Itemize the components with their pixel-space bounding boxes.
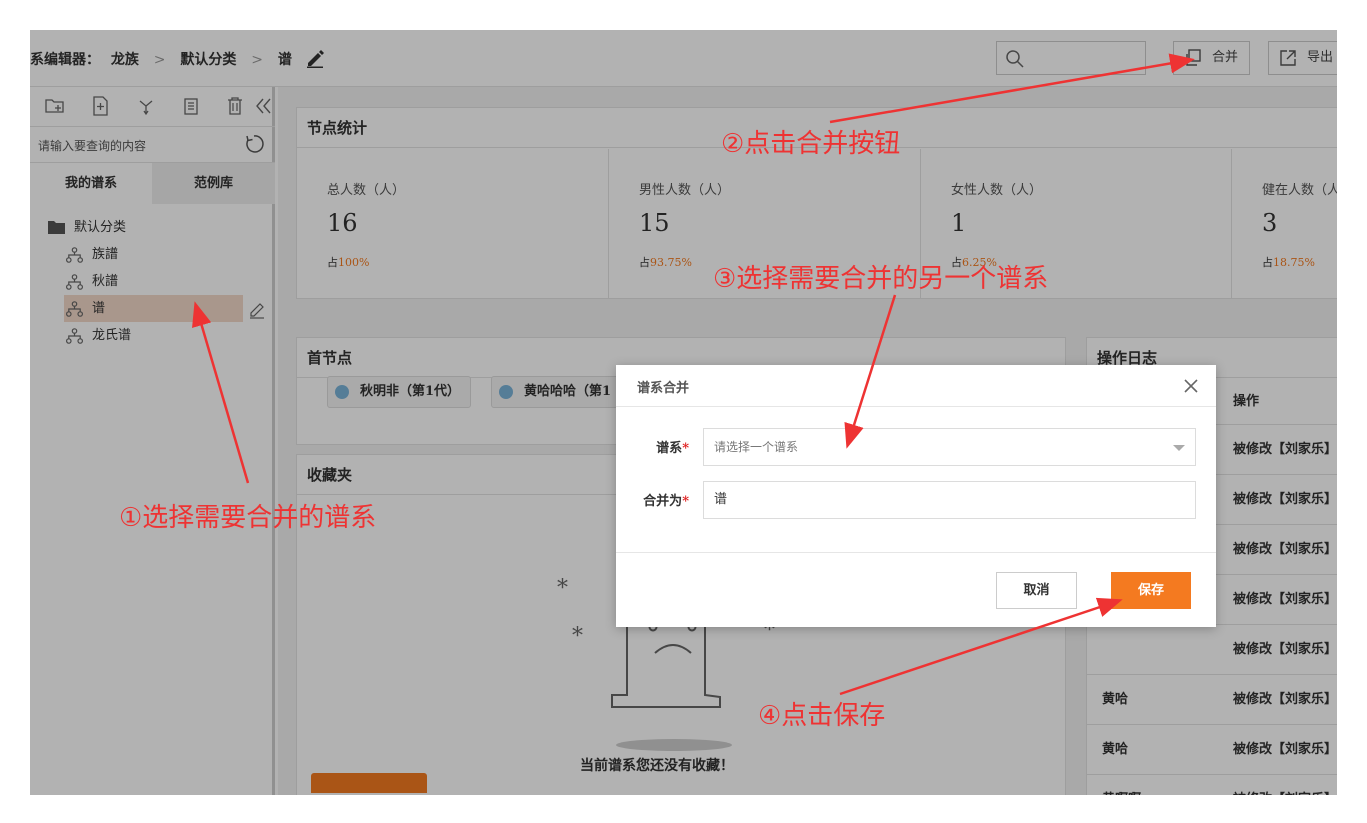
merge-as-input[interactable]: 谱 xyxy=(703,481,1196,519)
merge-as-value: 谱 xyxy=(714,492,728,507)
chevron-down-icon xyxy=(1173,445,1185,451)
annotation-step3: ③选择需要合并的另一个谱系 xyxy=(713,264,1049,294)
genealogy-select-label: 谱系* xyxy=(656,441,689,456)
genealogy-select-row: 谱系* 请选择一个谱系 xyxy=(616,428,1216,466)
cancel-button[interactable]: 取消 xyxy=(996,572,1077,609)
save-button[interactable]: 保存 xyxy=(1111,572,1191,609)
genealogy-select[interactable]: 请选择一个谱系 xyxy=(703,428,1196,466)
merge-as-row: 合并为* 谱 xyxy=(616,481,1216,519)
dialog-title: 谱系合并 xyxy=(637,381,690,396)
genealogy-select-placeholder: 请选择一个谱系 xyxy=(714,440,799,454)
dialog-footer: 取消 保存 xyxy=(616,552,1216,627)
close-icon[interactable] xyxy=(1184,379,1198,393)
merge-dialog: 谱系合并 谱系* 请选择一个谱系 合并为* 谱 取消 保存 xyxy=(616,365,1216,627)
merge-as-label: 合并为* xyxy=(643,494,689,509)
annotation-step4: ④点击保存 xyxy=(758,701,886,731)
annotation-step2: ②点击合并按钮 xyxy=(721,129,901,159)
app-window: 谱系编辑器： 龙族 > 默认分类 > 谱 合并 xyxy=(30,30,1337,795)
annotation-step1: ①选择需要合并的谱系 xyxy=(119,503,377,533)
dialog-header: 谱系合并 xyxy=(616,365,1216,407)
